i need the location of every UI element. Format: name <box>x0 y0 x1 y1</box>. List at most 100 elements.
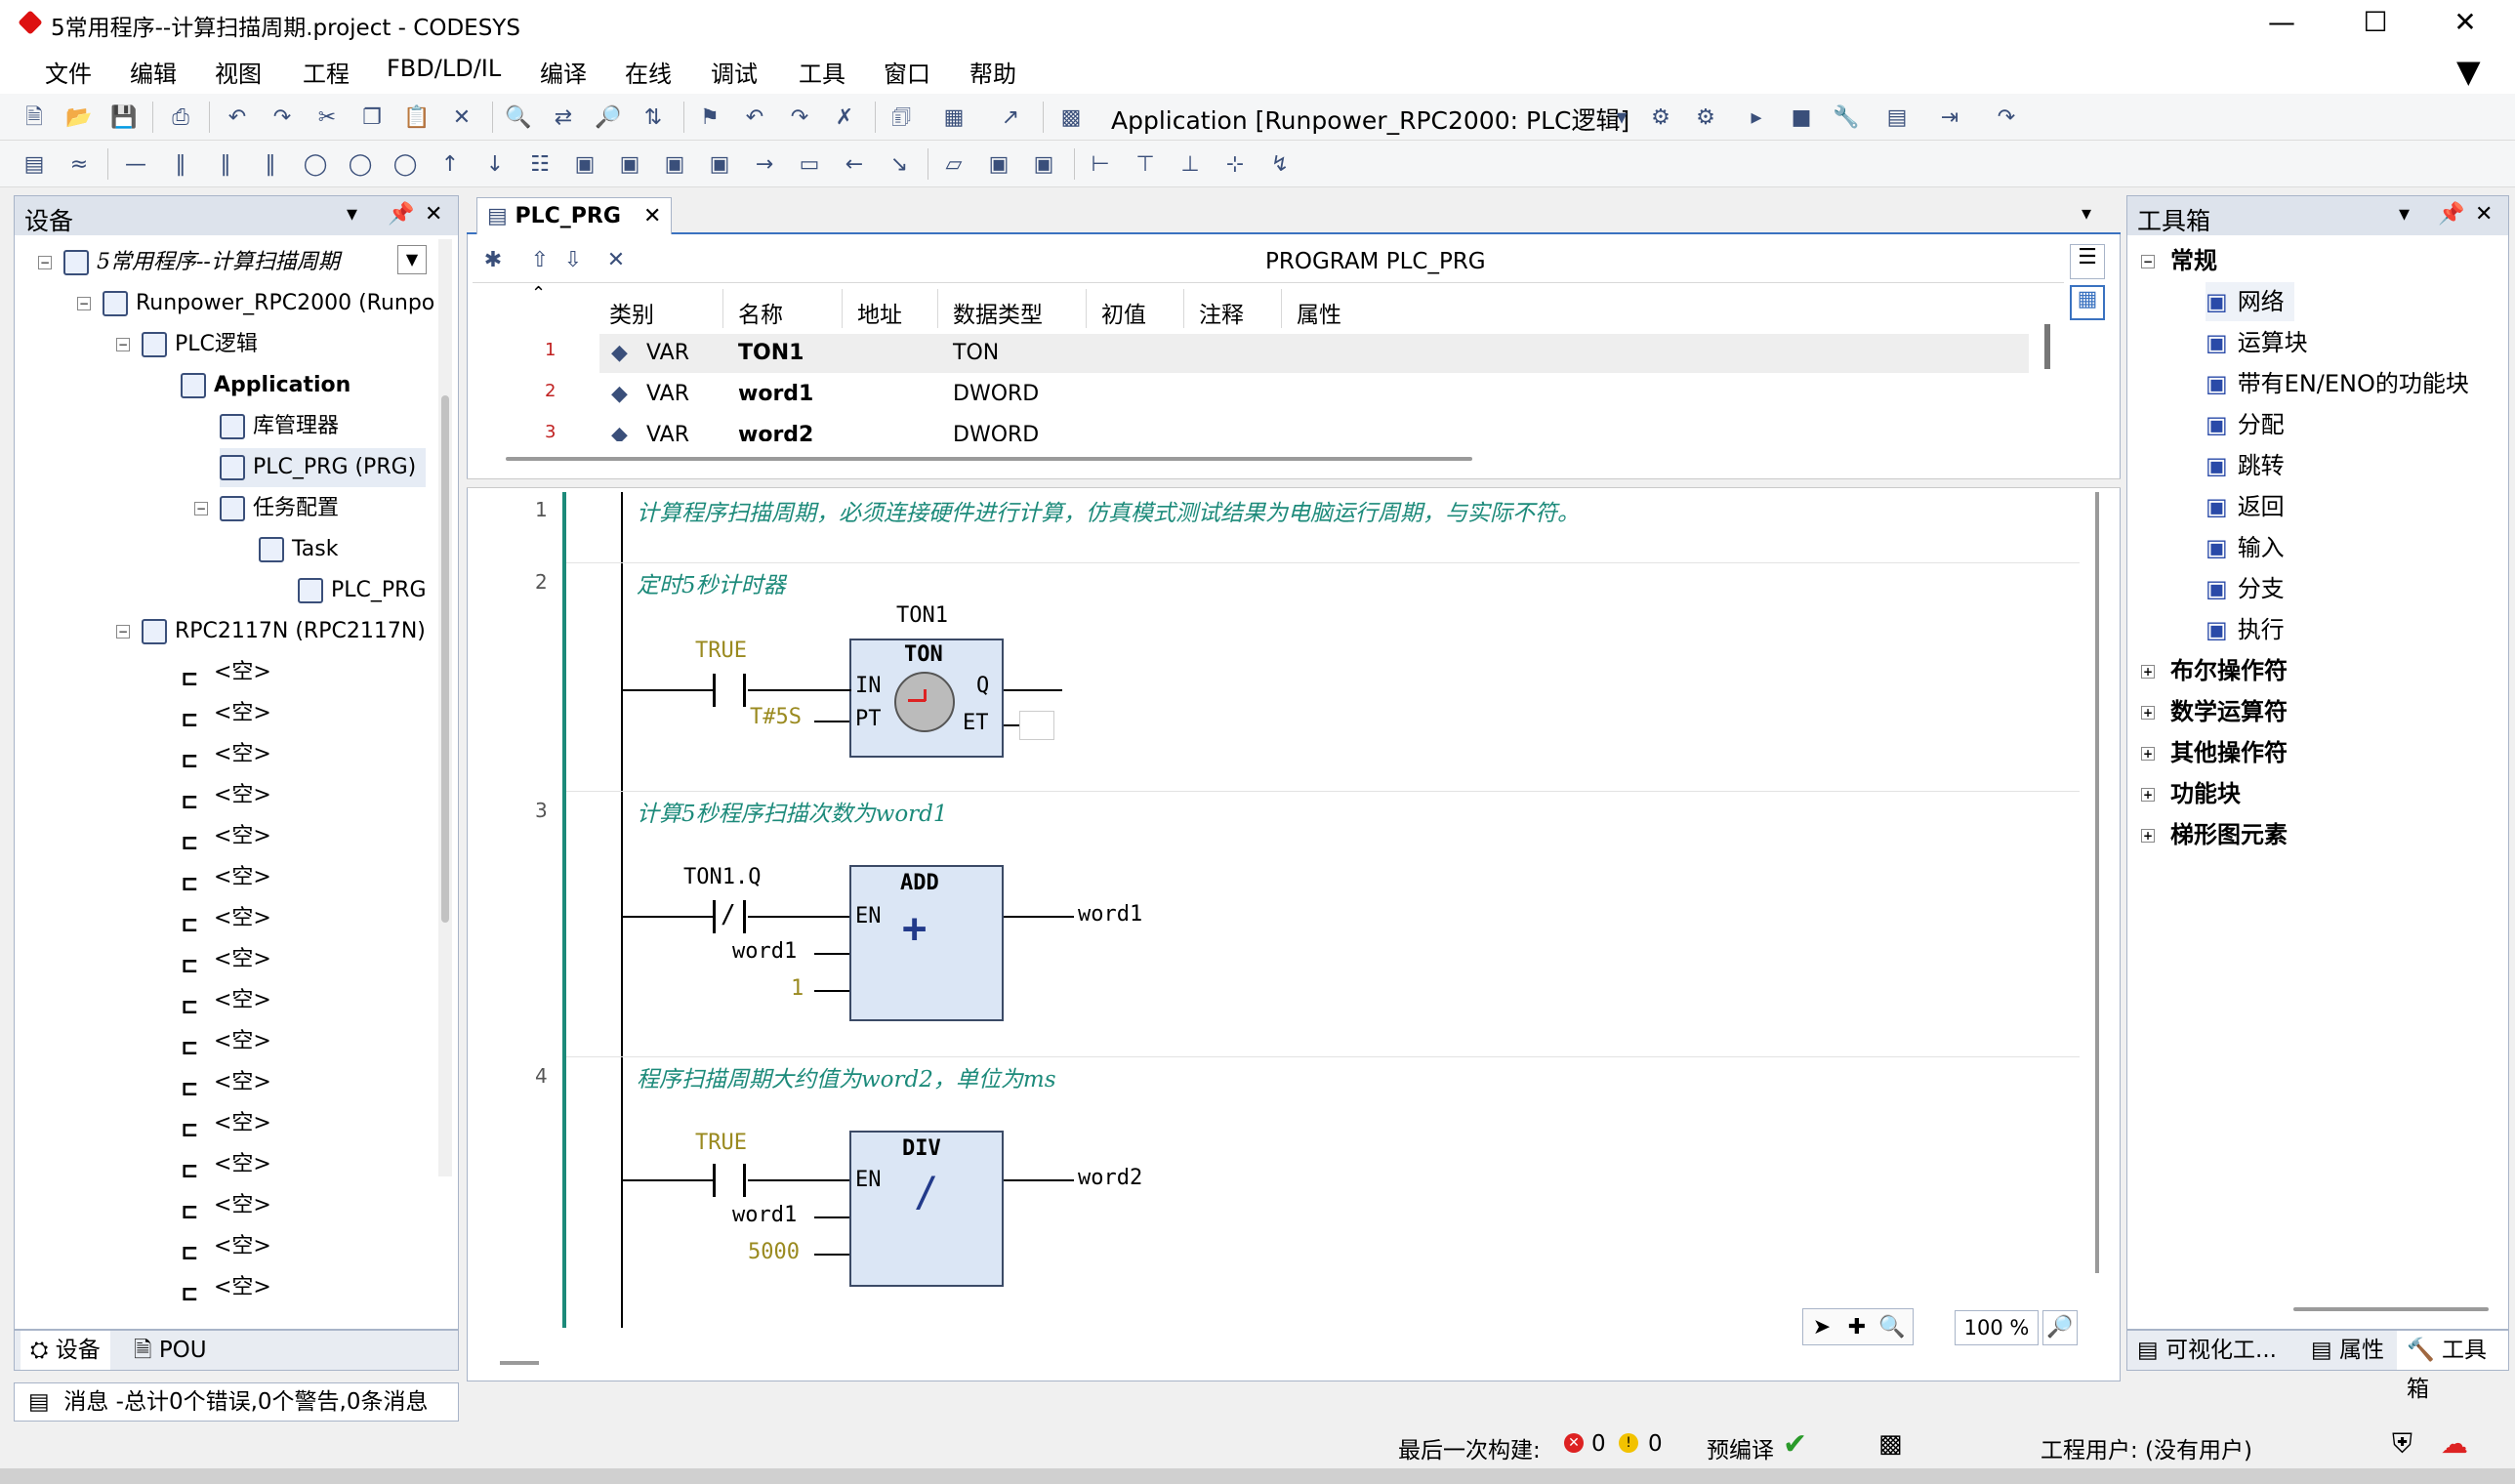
neg-edge-icon[interactable]: ↓ <box>480 150 510 180</box>
toolbox-item[interactable]: ▣ 分支 <box>2206 569 2285 608</box>
autodeclare-icon[interactable]: ✱ <box>478 246 508 275</box>
tree-expander-icon[interactable]: − <box>194 502 208 515</box>
contact-icon[interactable]: ‖ <box>166 150 195 180</box>
pan-icon[interactable]: ✚ <box>1842 1313 1872 1342</box>
zoom-icon[interactable]: 🔍 <box>1877 1313 1907 1342</box>
tree-expander-icon[interactable]: − <box>116 338 130 351</box>
tab-properties[interactable]: ▤ 属性 <box>2301 1331 2394 1370</box>
tree-expander-icon[interactable]: − <box>77 297 91 310</box>
layout-icon[interactable]: ▦ <box>939 103 969 133</box>
neg-contact-icon[interactable]: ‖ <box>211 150 240 180</box>
group-expander-icon[interactable]: + <box>2141 665 2155 679</box>
menu-tools[interactable]: 工具 <box>799 55 845 89</box>
toolbox-group[interactable]: + 布尔操作符 <box>2141 651 2288 690</box>
toolbox-item[interactable]: ▣ 跳转 <box>2206 446 2285 485</box>
redo-icon[interactable]: ↷ <box>268 103 297 133</box>
tree-scrollbar-thumb[interactable] <box>441 395 449 923</box>
shield-icon[interactable]: ⛨ <box>2392 1427 2412 1461</box>
zoom-level[interactable]: 100 % <box>1955 1310 2039 1345</box>
tree-item[interactable]: ⊏ <空> <box>181 981 271 1020</box>
pt-value[interactable]: T#5S <box>750 705 802 729</box>
group-expander-icon[interactable]: + <box>2141 706 2155 720</box>
set-coil-icon[interactable]: ◯ <box>346 150 375 180</box>
tree-item[interactable]: ⊏ <空> <box>181 817 271 856</box>
tabstrip-menu-icon[interactable]: ▾ <box>2082 201 2091 225</box>
zoom-fit-icon[interactable]: 🔎 <box>2042 1310 2078 1345</box>
toolbox-item[interactable]: ▣ 分配 <box>2206 405 2285 444</box>
tree-expander-icon[interactable]: − <box>116 625 130 639</box>
menu-edit[interactable]: 编辑 <box>130 55 177 89</box>
col-attribute[interactable]: 属性 <box>1297 296 1341 329</box>
input-word1[interactable]: word1 <box>732 1203 797 1227</box>
group-expander-icon[interactable]: + <box>2141 788 2155 802</box>
edge-detect-icon[interactable]: ▣ <box>1029 150 1058 180</box>
tree-item[interactable]: ⊏ <空> <box>181 1186 271 1225</box>
network-comment[interactable]: 定时5秒计时器 <box>637 566 786 599</box>
minimize-button[interactable]: — <box>2247 4 2316 41</box>
tree-item[interactable]: ⊏ <空> <box>181 858 271 897</box>
toolbox-item[interactable]: ▣ 输入 <box>2206 528 2285 567</box>
save-icon[interactable]: 💾 <box>109 103 139 133</box>
menu-fbd[interactable]: FBD/LD/IL <box>387 55 501 82</box>
network-icon[interactable]: ▤ <box>20 150 49 180</box>
col-category[interactable]: 类别 <box>609 296 654 329</box>
cloud-icon[interactable]: ☁ <box>2441 1427 2468 1460</box>
toolbox-hscrollbar[interactable] <box>2293 1307 2489 1311</box>
input-constant[interactable]: 1 <box>791 976 804 1001</box>
col-name[interactable]: 名称 <box>738 296 783 329</box>
var-row[interactable]: ◆ VAR TON1 TON <box>599 334 2029 373</box>
tree-item[interactable]: PLC_PRG (PRG) <box>220 448 427 487</box>
assign-icon[interactable]: ▣ <box>705 150 734 180</box>
menu-debug[interactable]: 调试 <box>711 55 758 89</box>
active-application-combo[interactable]: Application [Runpower_RPC2000: PLC逻辑] <box>1111 102 1629 137</box>
move-down-icon[interactable]: ⇩ <box>558 246 588 275</box>
tree-item[interactable]: Task <box>259 530 338 569</box>
chevron-down-icon[interactable]: ▾ <box>1607 103 1636 133</box>
toolbox-item[interactable]: ▣ 带有EN/ENO的功能块 <box>2206 364 2469 403</box>
toolbox-group[interactable]: − 常规 <box>2141 241 2217 280</box>
negate-icon[interactable]: ▱ <box>939 150 969 180</box>
maximize-button[interactable]: ☐ <box>2341 4 2410 41</box>
network-comment[interactable]: 计算程序扫描周期，必须连接硬件进行计算，仿真模式测试结果为电脑运行周期，与实际不… <box>637 494 1580 527</box>
menu-help[interactable]: 帮助 <box>969 55 1016 89</box>
undo-icon[interactable]: ↶ <box>223 103 252 133</box>
close-button[interactable]: ✕ <box>2431 4 2499 41</box>
copy-icon[interactable]: ❐ <box>357 103 387 133</box>
close-icon[interactable]: ✕ <box>2475 202 2493 227</box>
new-icon[interactable]: 🗎 <box>20 103 49 133</box>
breakpoint-icon[interactable]: ▤ <box>1882 103 1912 133</box>
tree-item[interactable]: ⊏ <空> <box>181 776 271 815</box>
jump-icon[interactable]: → <box>750 150 779 180</box>
group-expander-icon[interactable]: − <box>2141 255 2155 268</box>
panel-menu-icon[interactable]: ▾ <box>347 202 357 227</box>
branch-icon[interactable]: ⊢ <box>1086 150 1115 180</box>
bookmark-next-icon[interactable]: ↷ <box>785 103 814 133</box>
var-hscrollbar[interactable] <box>506 457 1472 461</box>
toolbox-item[interactable]: ▣ 执行 <box>2206 610 2285 649</box>
tree-item[interactable]: PLC_PRG <box>298 571 427 610</box>
stop-icon[interactable]: ■ <box>1787 103 1816 133</box>
menu-window[interactable]: 窗口 <box>884 55 930 89</box>
toolbox-item[interactable]: ▣ 网络 <box>2206 282 2294 321</box>
edge-icon[interactable]: ↑ <box>435 150 465 180</box>
delete-var-icon[interactable]: ✕ <box>601 246 631 275</box>
et-output-field[interactable] <box>1019 711 1054 740</box>
fbd-vscrollbar[interactable] <box>2095 492 2099 1273</box>
tree-item[interactable]: − 任务配置 <box>194 489 339 528</box>
input-true-label[interactable]: TRUE <box>695 639 747 663</box>
box-en-icon[interactable]: ▣ <box>615 150 644 180</box>
paste-icon[interactable]: 📋 <box>402 103 432 133</box>
tree-item[interactable]: − PLC逻辑 <box>116 325 258 364</box>
col-address[interactable]: 地址 <box>857 296 902 329</box>
move-up-icon[interactable]: ⇧ <box>525 246 555 275</box>
close-icon[interactable]: ✕ <box>425 202 442 227</box>
coil-icon[interactable]: ◯ <box>301 150 330 180</box>
tree-scrollbar[interactable] <box>438 239 452 1176</box>
find-icon[interactable]: 🔍 <box>504 103 533 133</box>
tree-item[interactable]: ⊏ <空> <box>181 1063 271 1102</box>
input-label[interactable]: TON1.Q <box>683 865 761 889</box>
group-expander-icon[interactable]: + <box>2141 829 2155 843</box>
menu-file[interactable]: 文件 <box>45 55 92 89</box>
bookmark-icon[interactable]: ⚑ <box>695 103 724 133</box>
print-icon[interactable]: ⎙ <box>166 103 195 133</box>
